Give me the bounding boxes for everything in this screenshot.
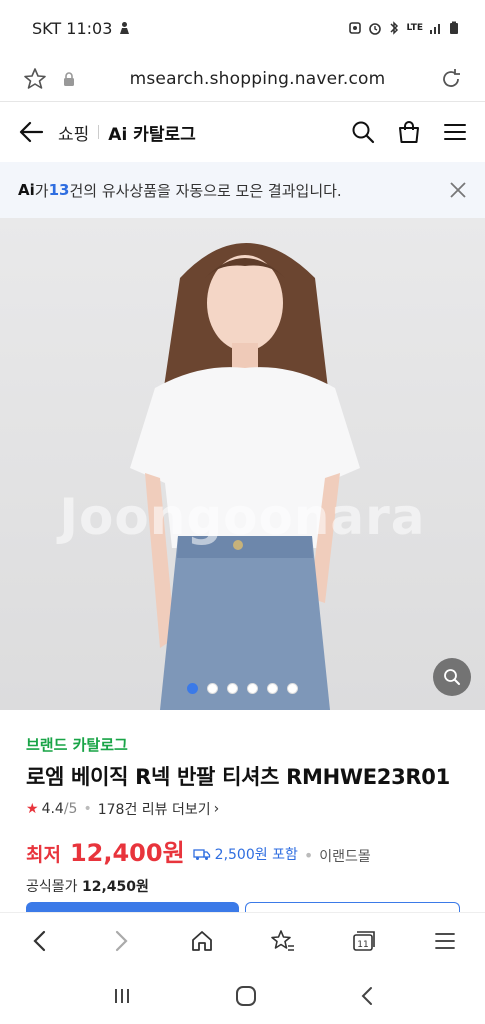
battery-icon	[450, 21, 458, 34]
separator-dot: •	[303, 846, 314, 865]
price-label: 최저	[26, 844, 61, 866]
recent-apps-icon[interactable]	[111, 986, 133, 1006]
ai-info-banner: Ai 가 13 건의 유사상품을 자동으로 모은 결과입니다.	[0, 162, 485, 218]
section-link[interactable]: 쇼핑	[58, 120, 89, 145]
search-icon[interactable]	[351, 120, 375, 144]
buy-button[interactable]	[26, 902, 239, 912]
hamburger-icon	[434, 932, 455, 949]
reviews-link[interactable]: 178건 리뷰 더보기	[98, 799, 211, 819]
chevron-left-icon	[33, 930, 46, 951]
action-buttons	[26, 902, 460, 912]
chevron-right-icon: ›	[213, 801, 220, 817]
compare-button[interactable]	[245, 902, 460, 912]
seller-name[interactable]: 이랜드몰	[319, 846, 371, 866]
back-arrow-icon[interactable]	[18, 119, 44, 145]
browser-toolbar: 11	[0, 912, 485, 968]
ai-banner-prefix: 가	[34, 181, 49, 200]
separator-dot: •	[83, 801, 92, 817]
address-bar: msearch.shopping.naver.com	[0, 56, 485, 102]
similar-count: 13	[48, 181, 70, 199]
star-list-icon	[271, 929, 294, 951]
shipping-info: 2,500원 포함	[193, 844, 298, 864]
ai-label: Ai	[18, 181, 35, 199]
tabs-icon: 11	[352, 930, 375, 951]
header-divider	[98, 125, 100, 139]
star-icon: ★	[26, 801, 39, 817]
bluetooth-icon	[390, 21, 399, 35]
signal-icon	[430, 24, 440, 34]
home-button[interactable]	[182, 921, 222, 961]
official-price-row: 공식몰가 12,450원	[26, 876, 459, 896]
price-row: 최저 12,400원 2,500원 포함 • 이랜드몰	[26, 833, 459, 868]
browser-forward-button[interactable]	[101, 921, 141, 961]
person-icon	[120, 22, 130, 34]
lowest-price: 12,400원	[69, 839, 185, 867]
browser-menu-button[interactable]	[425, 921, 465, 961]
home-icon	[192, 930, 212, 951]
status-bar: SKT 11:03 LTE	[0, 0, 485, 56]
product-name: 로엠 베이직 R넥 반팔 티셔츠 RMHWE23R01	[26, 765, 450, 789]
bookmarks-button[interactable]	[263, 921, 303, 961]
rating-value: 4.4	[41, 801, 64, 817]
magnifier-icon	[444, 669, 460, 685]
carrier-time: SKT 11:03	[32, 18, 113, 38]
menu-icon[interactable]	[443, 120, 467, 144]
chevron-right-icon	[116, 930, 128, 951]
product-image-gallery[interactable]: Joongoonara	[0, 218, 485, 710]
network-label: LTE	[406, 23, 423, 33]
notification-icon	[349, 22, 362, 34]
truck-icon	[193, 849, 210, 860]
official-price: 12,450원	[81, 879, 149, 895]
app-header: 쇼핑 Ai 카탈로그	[0, 103, 485, 161]
ai-banner-text: 건의 유사상품을 자동으로 모은 결과입니다.	[69, 181, 342, 200]
system-back-icon[interactable]	[360, 986, 374, 1006]
shipping-text: 2,500원 포함	[214, 847, 298, 863]
rating-max: /5	[63, 801, 78, 817]
home-circle-icon[interactable]	[235, 985, 257, 1007]
tabs-button[interactable]: 11	[344, 921, 384, 961]
zoom-button[interactable]	[433, 658, 471, 696]
pagination-dot[interactable]	[187, 683, 198, 694]
watermark: Joongoonara	[59, 488, 426, 546]
pagination-dot[interactable]	[247, 683, 258, 694]
pagination-dot[interactable]	[267, 683, 278, 694]
svg-text:11: 11	[357, 940, 368, 950]
url-text[interactable]: msearch.shopping.naver.com	[76, 69, 439, 89]
product-info: 브랜드 카탈로그 로엠 베이직 R넥 반팔 티셔츠 RMHWE23R01 ★ 4…	[0, 710, 485, 896]
reload-icon[interactable]	[439, 67, 463, 91]
close-icon[interactable]	[449, 181, 467, 199]
bookmark-star-icon[interactable]	[22, 66, 48, 92]
pagination-dot[interactable]	[227, 683, 238, 694]
lock-icon	[64, 71, 74, 86]
pagination-dot[interactable]	[287, 683, 298, 694]
image-pagination	[0, 683, 485, 694]
pagination-dot[interactable]	[207, 683, 218, 694]
rating-row: ★ 4.4 /5 • 178건 리뷰 더보기 ›	[26, 799, 459, 819]
official-label: 공식몰가	[26, 879, 78, 895]
alarm-icon	[369, 23, 382, 35]
system-navigation	[0, 968, 485, 1024]
browser-back-button[interactable]	[20, 921, 60, 961]
page-title: Ai 카탈로그	[108, 124, 196, 145]
model-photo	[130, 243, 360, 710]
brand-catalog-link[interactable]: 브랜드 카탈로그	[26, 734, 459, 755]
shopping-bag-icon[interactable]	[397, 120, 421, 144]
